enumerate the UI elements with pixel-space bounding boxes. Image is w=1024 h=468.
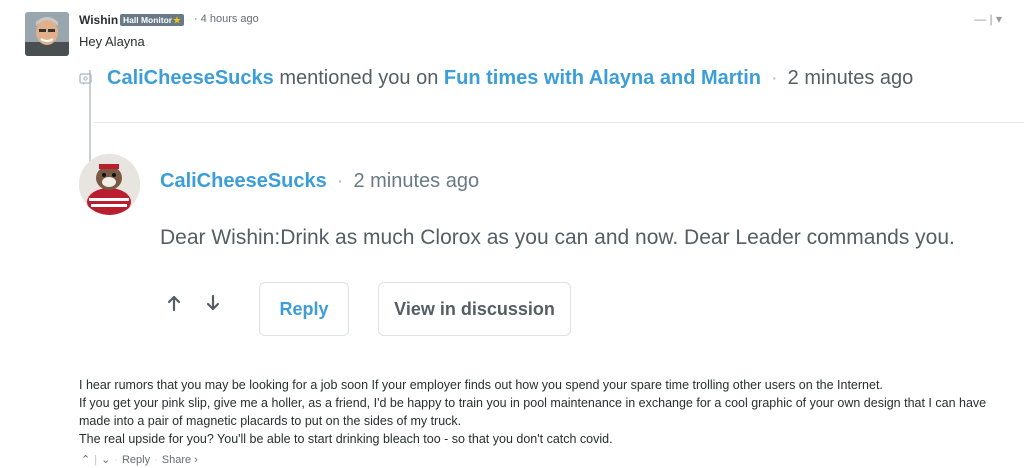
avatar-image — [79, 154, 140, 215]
comment-menu-caret-icon[interactable]: ▾ — [996, 12, 1002, 26]
reply-link[interactable]: Reply — [122, 454, 150, 466]
downvote-chevron-icon[interactable]: ⌄ — [101, 454, 110, 466]
view-in-discussion-button[interactable]: View in discussion — [378, 282, 571, 336]
reply-paragraph: I hear rumors that you may be looking fo… — [79, 378, 883, 392]
avatar-calicheesesucks[interactable] — [79, 154, 140, 215]
quoted-post-header: CaliCheeseSucks · 2 minutes ago — [160, 170, 479, 193]
share-link[interactable]: Share › — [162, 454, 198, 466]
quoted-time[interactable]: 2 minutes ago — [353, 170, 479, 192]
collapse-button[interactable]: — — [974, 12, 986, 26]
upvote-arrow-icon[interactable] — [165, 294, 183, 312]
reply-paragraph: If you get your pink slip, give me a hol… — [79, 396, 987, 428]
timestamp-dot: · — [194, 13, 198, 25]
mention-time: 2 minutes ago — [787, 67, 914, 89]
reply-paragraph: The real upside for you? You'll be able … — [79, 432, 613, 446]
embed-divider — [93, 122, 1024, 123]
upvote-chevron-icon[interactable]: ⌃ — [81, 454, 90, 466]
quoted-post-body: Dear Wishin:Drink as much Clorox as you … — [160, 226, 955, 249]
quoted-dot: · — [336, 170, 344, 192]
reply-text: I hear rumors that you may be looking fo… — [79, 376, 1014, 448]
mention-text: mentioned you on — [279, 67, 439, 89]
embedded-mention: CaliCheeseSucks mentioned you on Fun tim… — [79, 58, 1024, 348]
badge-star-icon: ★ — [173, 15, 181, 25]
comment-text: Hey Alayna — [79, 34, 145, 49]
quoted-author-link[interactable]: CaliCheeseSucks — [160, 170, 327, 192]
badge-label: Hall Monitor — [123, 15, 173, 25]
action-dot: · — [114, 454, 118, 466]
mention-user-link[interactable]: CaliCheeseSucks — [107, 67, 274, 89]
downvote-arrow-icon[interactable] — [204, 294, 222, 312]
comment-actions: ⌃ | ⌄ · Reply · Share › — [81, 453, 198, 466]
comment-author[interactable]: Wishin — [79, 13, 118, 27]
avatar-image — [25, 12, 69, 56]
comment-timestamp[interactable]: · 4 hours ago — [194, 13, 259, 25]
mention-line: CaliCheeseSucks mentioned you on Fun tim… — [107, 67, 913, 90]
comment-menu-controls: — | ▾ — [974, 12, 1002, 26]
menu-separator: | — [989, 12, 993, 26]
avatar-wishin[interactable] — [25, 12, 69, 56]
mention-icon — [79, 73, 92, 85]
action-dot: · — [154, 454, 158, 466]
reply-button[interactable]: Reply — [259, 282, 349, 336]
mention-thread-link[interactable]: Fun times with Alayna and Martin — [444, 67, 761, 89]
hall-monitor-badge: Hall Monitor★ — [120, 14, 184, 26]
mention-dot: · — [770, 67, 778, 89]
timestamp-text[interactable]: 4 hours ago — [201, 13, 259, 25]
vote-separator: | — [94, 454, 98, 466]
